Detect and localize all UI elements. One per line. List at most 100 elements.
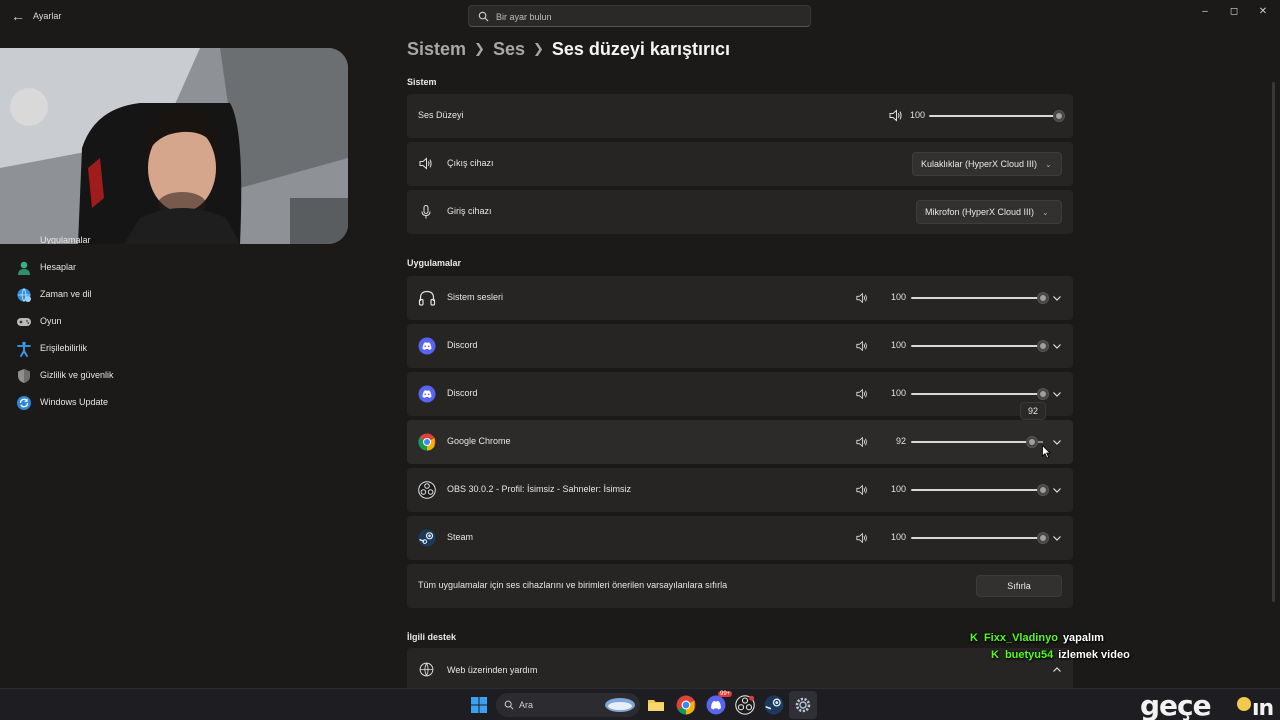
close-button[interactable]: ✕: [1256, 6, 1270, 18]
app-volume-value: 100: [890, 292, 906, 302]
headphones-icon: [418, 290, 436, 306]
reset-description: Tüm uygulamalar için ses cihazlarını ve …: [418, 580, 728, 590]
sidebar-item-label: Windows Update: [40, 397, 109, 407]
app-title: Ayarlar: [33, 11, 62, 21]
sidebar-item-accessibility[interactable]: Erişilebilirlik: [10, 336, 360, 362]
output-device-value: Kulaklıklar (HyperX Cloud III): [921, 159, 1038, 169]
search-icon: [478, 11, 489, 22]
sidebar-item-label: Hesaplar: [40, 262, 77, 272]
speaker-icon[interactable]: [856, 484, 868, 496]
chevron-right-icon: ❯: [474, 41, 485, 57]
app-name: Discord: [447, 388, 478, 398]
account-icon: [18, 261, 30, 275]
speaker-icon[interactable]: [856, 292, 868, 304]
app-volume-slider[interactable]: [911, 292, 1049, 304]
mouse-cursor-icon: [1042, 445, 1051, 459]
app-volume-row: OBS 30.0.2 - Profil: İsimsiz - Sahneler:…: [407, 468, 1073, 512]
chevron-down-icon[interactable]: [1051, 292, 1063, 304]
scrollbar[interactable]: [1272, 82, 1275, 602]
speaker-icon[interactable]: [856, 532, 868, 544]
breadcrumb-system[interactable]: Sistem: [407, 39, 466, 60]
app-volume-value: 100: [890, 484, 906, 494]
gamepad-icon: [17, 318, 31, 326]
slider-thumb[interactable]: [1053, 110, 1065, 122]
output-device-dropdown[interactable]: Kulaklıklar (HyperX Cloud III) ⌄: [912, 152, 1062, 176]
sidebar-item-gaming[interactable]: Oyun: [10, 309, 360, 335]
webcam-overlay: [0, 48, 348, 244]
sidebar-item-time-language[interactable]: Zaman ve dil: [10, 282, 360, 308]
app-volume-slider[interactable]: [911, 388, 1049, 400]
sidebar-item-privacy[interactable]: Gizlilik ve güvenlik: [10, 363, 360, 389]
chat-text: izlemek video: [1058, 649, 1130, 661]
microphone-icon: [421, 205, 431, 219]
discord-icon: [418, 385, 436, 403]
discord-taskbar-button[interactable]: 99+: [706, 691, 733, 715]
slider-thumb[interactable]: [1037, 532, 1049, 544]
sidebar-item-accounts[interactable]: Hesaplar: [10, 255, 360, 281]
slider-thumb[interactable]: [1037, 484, 1049, 496]
slider-tooltip: 92: [1020, 402, 1046, 420]
breadcrumb-sound[interactable]: Ses: [493, 39, 525, 60]
steam-icon[interactable]: [764, 695, 784, 715]
chrome-icon: [418, 433, 436, 451]
slider-thumb[interactable]: [1037, 340, 1049, 352]
slider-thumb[interactable]: [1037, 388, 1049, 400]
output-device-card[interactable]: Çıkış cihazı Kulaklıklar (HyperX Cloud I…: [407, 142, 1073, 186]
web-help-card[interactable]: Web üzerinden yardım: [407, 648, 1073, 688]
kick-logo-icon: K: [991, 649, 999, 661]
input-device-dropdown[interactable]: Mikrofon (HyperX Cloud III) ⌄: [916, 200, 1062, 224]
sidebar-item-apps[interactable]: Uygulamalar: [10, 230, 360, 244]
app-volume-value: 100: [890, 340, 906, 350]
breadcrumb: Sistem ❯ Ses ❯ Ses düzeyi karıştırıcı: [407, 38, 730, 66]
sidebar-item-windows-update[interactable]: Windows Update: [10, 390, 360, 416]
chevron-down-icon[interactable]: [1051, 532, 1063, 544]
reset-defaults-card: Tüm uygulamalar için ses cihazlarını ve …: [407, 564, 1073, 608]
windows-start-icon[interactable]: [469, 695, 489, 715]
app-name: Google Chrome: [447, 436, 511, 446]
search-input[interactable]: [496, 8, 796, 25]
obs-icon[interactable]: [735, 695, 755, 715]
chevron-down-icon[interactable]: [1051, 436, 1063, 448]
app-volume-slider[interactable]: [911, 436, 1043, 448]
notification-badge: 99+: [718, 691, 733, 697]
reset-button[interactable]: Sıfırla: [976, 575, 1062, 597]
steam-icon: [418, 529, 436, 547]
speaker-icon[interactable]: [889, 109, 903, 122]
app-name: Discord: [447, 340, 478, 350]
speaker-icon[interactable]: [856, 436, 868, 448]
app-volume-value: 92: [895, 436, 906, 446]
app-volume-row: Discord 100: [407, 324, 1073, 368]
slider-thumb[interactable]: [1037, 292, 1049, 304]
chevron-down-icon[interactable]: [1051, 388, 1063, 400]
app-volume-slider[interactable]: [911, 484, 1049, 496]
search-box[interactable]: [468, 5, 811, 27]
taskbar-search[interactable]: Ara: [496, 693, 640, 717]
app-volume-slider[interactable]: [911, 340, 1049, 352]
page-title: Ses düzeyi karıştırıcı: [551, 38, 730, 59]
chrome-icon[interactable]: [676, 695, 696, 715]
globe-clock-icon: [17, 288, 31, 302]
input-device-card[interactable]: Giriş cihazı Mikrofon (HyperX Cloud III)…: [407, 190, 1073, 234]
taskbar-search-label: Ara: [519, 700, 534, 710]
maximize-button[interactable]: ◻: [1227, 6, 1241, 18]
svg-text:geçe: geçe: [1140, 689, 1211, 720]
slider-thumb[interactable]: [1026, 436, 1038, 448]
accessibility-icon: [17, 341, 31, 357]
chevron-down-icon[interactable]: [1051, 484, 1063, 496]
app-volume-row: Steam 100: [407, 516, 1073, 560]
app-volume-row: Google Chrome 92: [407, 420, 1073, 464]
file-explorer-icon[interactable]: [646, 695, 666, 715]
chevron-down-icon[interactable]: [1051, 340, 1063, 352]
back-arrow-icon[interactable]: ←: [8, 6, 28, 26]
speaker-icon[interactable]: [856, 388, 868, 400]
app-name: OBS 30.0.2 - Profil: İsimsiz - Sahneler:…: [447, 484, 632, 494]
settings-taskbar-button[interactable]: [789, 691, 817, 719]
app-volume-slider[interactable]: [911, 532, 1049, 544]
app-name: Sistem sesleri: [447, 292, 504, 302]
chat-message: Kbuetyu54 izlemek video: [991, 649, 1130, 661]
speaker-icon[interactable]: [856, 340, 868, 352]
minimize-button[interactable]: –: [1198, 6, 1212, 18]
master-volume-slider[interactable]: [929, 110, 1065, 122]
chevron-right-icon: ❯: [532, 41, 544, 57]
chevron-up-icon[interactable]: [1051, 664, 1063, 676]
